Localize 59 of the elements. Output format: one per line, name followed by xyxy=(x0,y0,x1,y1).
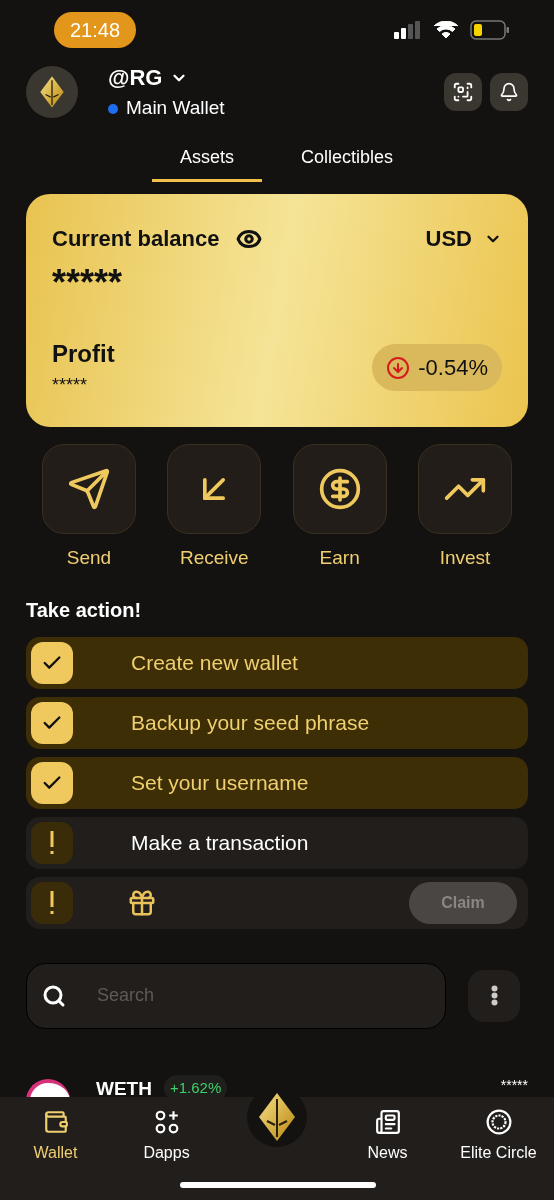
signal-icon xyxy=(394,21,422,39)
avatar-logo xyxy=(39,75,65,109)
task-label: Set your username xyxy=(131,769,309,796)
avatar[interactable] xyxy=(26,66,78,118)
more-icon xyxy=(490,985,498,1006)
wifi-icon xyxy=(434,21,458,39)
action-label: Receive xyxy=(180,546,249,570)
wallet-icon xyxy=(42,1109,69,1135)
task-label: Backup your seed phrase xyxy=(131,709,370,736)
action-button[interactable] xyxy=(167,444,262,534)
balance-value: ***** xyxy=(52,265,124,301)
nav-tab[interactable]: News xyxy=(332,1109,443,1165)
currency-selector[interactable]: USD xyxy=(425,222,472,255)
status-time: 21:48 xyxy=(54,12,137,48)
task-row[interactable]: Create new wallet xyxy=(26,636,528,689)
search-field[interactable]: Search xyxy=(26,962,446,1029)
wallet-name: Main Wallet xyxy=(126,96,225,121)
search-icon xyxy=(42,983,66,1008)
gift-icon xyxy=(127,887,157,918)
nav-tab[interactable]: Dapps xyxy=(111,1109,222,1165)
section-title: Take action! xyxy=(25,597,143,623)
task-row[interactable]: Make a transaction xyxy=(26,816,528,869)
tab[interactable]: Collectibles xyxy=(292,144,402,182)
token-name: WETH xyxy=(96,1076,152,1097)
news-icon xyxy=(374,1109,401,1135)
change-value: -0.54% xyxy=(418,354,488,382)
action-button[interactable] xyxy=(42,444,136,534)
task-label: Create new wallet xyxy=(131,649,298,676)
change-badge: +1.62% xyxy=(163,1074,228,1097)
nav-tab[interactable]: Wallet xyxy=(0,1109,111,1165)
notifications-button[interactable] xyxy=(490,73,528,111)
profit-value: ***** xyxy=(52,374,89,397)
task-row[interactable]: Set your username xyxy=(26,756,528,809)
username[interactable]: @RG xyxy=(108,61,163,95)
action-label: Earn xyxy=(319,546,360,570)
action-button[interactable] xyxy=(418,444,512,534)
bell-icon xyxy=(499,82,519,102)
task-row[interactable]: Backup your seed phrase xyxy=(26,696,528,749)
action-button[interactable] xyxy=(292,444,387,534)
token-amount: ***** xyxy=(500,1075,528,1095)
tab[interactable]: Assets xyxy=(152,144,262,182)
battery-icon xyxy=(470,20,510,40)
exclamation-icon xyxy=(49,830,55,855)
action-label: Send xyxy=(66,546,112,570)
apps-plus-icon xyxy=(153,1109,180,1135)
badge-circle-icon xyxy=(485,1109,512,1135)
more-button[interactable] xyxy=(468,969,520,1022)
paper-plane-icon xyxy=(67,467,111,511)
task-label: Make a transaction xyxy=(131,829,309,856)
action-label: Invest xyxy=(439,546,491,570)
nav-tab[interactable]: Elite Circle xyxy=(443,1109,554,1165)
claim-button: Claim xyxy=(409,881,517,924)
balance-title: Current balance xyxy=(52,225,220,253)
profit-label: Profit xyxy=(52,339,115,369)
exclamation-icon xyxy=(49,890,55,915)
dollar-coin-icon xyxy=(317,467,362,511)
scan-qr-button[interactable] xyxy=(444,73,482,111)
qr-scan-icon xyxy=(452,81,474,103)
home-logo xyxy=(257,1091,297,1143)
